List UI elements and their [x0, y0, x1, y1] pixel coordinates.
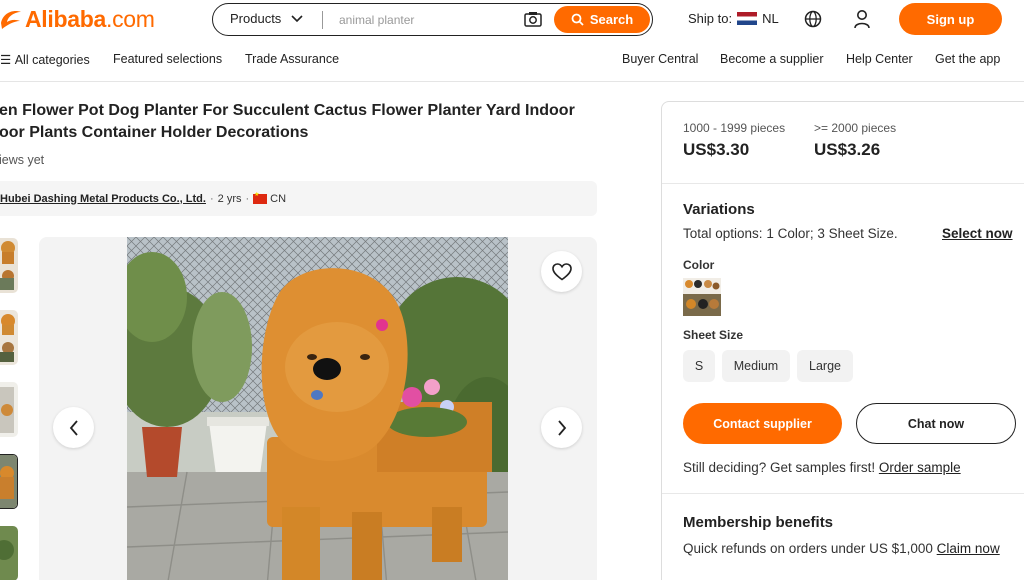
price-tier-range: 1000 - 1999 pieces	[683, 121, 786, 135]
thumbnail-4-selected[interactable]	[0, 454, 18, 509]
select-now-link[interactable]: Select now	[942, 226, 1013, 241]
search-category-select[interactable]: Products	[230, 11, 303, 26]
variations-total-value: 1 Color; 3 Sheet Size.	[766, 226, 898, 241]
variations-summary: Total options: 1 Color; 3 Sheet Size.	[683, 226, 898, 241]
product-title-line2: oor Plants Container Holder Decorations	[0, 124, 309, 141]
color-swatch[interactable]	[683, 278, 721, 316]
search-icon	[571, 13, 584, 26]
netherlands-flag-icon	[737, 12, 758, 25]
thumbnail-2[interactable]	[0, 310, 18, 365]
price-tier-2: >= 2000 pieces US$3.26	[814, 121, 896, 160]
main-product-image	[39, 237, 597, 580]
china-flag-icon	[253, 191, 268, 204]
supplier-name-link[interactable]: Hubei Dashing Metal Products Co., Ltd.	[0, 193, 206, 205]
thumbnail-3[interactable]	[0, 382, 18, 437]
nav-all-categories[interactable]: ☰ All categories	[0, 52, 90, 67]
alibaba-logo[interactable]: Alibaba .com	[0, 6, 155, 33]
purchase-panel: 1000 - 1999 pieces US$3.30 >= 2000 piece…	[661, 101, 1024, 580]
product-photo[interactable]	[127, 237, 508, 580]
menu-icon: ☰	[0, 53, 12, 67]
previous-image-button[interactable]	[53, 407, 94, 448]
panel-divider	[662, 183, 1024, 184]
product-title: en Flower Pot Dog Planter For Succulent …	[0, 100, 599, 144]
size-option-large[interactable]: Large	[797, 350, 853, 382]
nav-featured-selections[interactable]: Featured selections	[113, 52, 222, 66]
search-divider	[322, 11, 323, 29]
next-image-button[interactable]	[541, 407, 582, 448]
chevron-left-icon	[69, 419, 78, 436]
price-tier-price: US$3.30	[683, 140, 750, 159]
logo-text: Alibaba	[25, 6, 106, 32]
search-button-label: Search	[589, 12, 634, 27]
search-bar: Products Search	[212, 3, 653, 36]
color-label: Color	[683, 258, 715, 272]
reviews-text: iews yet	[0, 153, 45, 167]
supplier-years: 2 yrs	[217, 192, 242, 205]
chat-now-button[interactable]: Chat now	[856, 403, 1016, 444]
sample-prompt-text: Still deciding? Get samples first!	[683, 460, 876, 475]
nav-all-categories-label: All categories	[14, 53, 90, 67]
order-sample-link[interactable]: Order sample	[879, 460, 961, 475]
chevron-down-icon	[291, 14, 303, 22]
chevron-right-icon	[557, 419, 566, 436]
favorite-button[interactable]	[541, 251, 582, 292]
ship-to-label: Ship to:	[688, 11, 733, 26]
header: Alibaba.com Products Search Ship to: NL …	[0, 0, 1024, 40]
membership-description: Quick refunds on orders under US $1,000	[683, 541, 933, 556]
ship-to-selector[interactable]: Ship to: NL	[688, 11, 779, 26]
alibaba-logo-icon	[1, 10, 21, 29]
sample-prompt: Still deciding? Get samples first! Order…	[683, 460, 961, 475]
signup-button[interactable]: Sign up	[899, 3, 1002, 35]
supplier-country: CN	[270, 192, 287, 205]
globe-icon[interactable]	[804, 10, 822, 28]
size-option-medium[interactable]: Medium	[722, 350, 790, 382]
variations-total-label: Total options:	[683, 226, 763, 241]
header-divider	[0, 81, 1024, 82]
logo-suffix: .com	[105, 6, 155, 32]
search-category-label: Products	[230, 11, 282, 26]
heart-icon	[551, 262, 572, 280]
membership-text: Quick refunds on orders under US $1,000 …	[683, 539, 1013, 558]
size-option-s[interactable]: S	[683, 350, 715, 382]
separator-dot: ·	[209, 192, 214, 205]
nav-become-supplier[interactable]: Become a supplier	[720, 52, 824, 66]
search-input[interactable]	[339, 10, 509, 30]
price-tier-range: >= 2000 pieces	[814, 121, 897, 135]
camera-icon[interactable]	[524, 11, 542, 27]
search-button[interactable]: Search	[554, 6, 650, 33]
nav-get-app[interactable]: Get the app	[935, 52, 1000, 66]
panel-divider	[662, 493, 1024, 494]
thumbnail-1[interactable]	[0, 238, 18, 293]
product-title-line1: en Flower Pot Dog Planter For Succulent …	[0, 102, 575, 119]
supplier-bar: Hubei Dashing Metal Products Co., Ltd. ·…	[0, 181, 597, 216]
contact-supplier-button[interactable]: Contact supplier	[683, 403, 842, 444]
thumbnail-5[interactable]	[0, 526, 18, 580]
nav-help-center[interactable]: Help Center	[846, 52, 913, 66]
nav-trade-assurance[interactable]: Trade Assurance	[245, 52, 339, 66]
ship-to-country: NL	[762, 11, 779, 26]
variations-title: Variations	[683, 201, 755, 218]
user-icon[interactable]	[853, 9, 871, 29]
claim-now-link[interactable]: Claim now	[937, 541, 1000, 556]
nav-buyer-central[interactable]: Buyer Central	[622, 52, 698, 66]
membership-title: Membership benefits	[683, 514, 834, 531]
top-nav: ☰ All categories Featured selections Tra…	[0, 50, 1024, 70]
sheet-size-label: Sheet Size	[683, 328, 744, 342]
price-tier-price: US$3.26	[814, 140, 881, 159]
price-tier-1: 1000 - 1999 pieces US$3.30	[683, 121, 785, 160]
separator-dot: ·	[245, 192, 250, 205]
